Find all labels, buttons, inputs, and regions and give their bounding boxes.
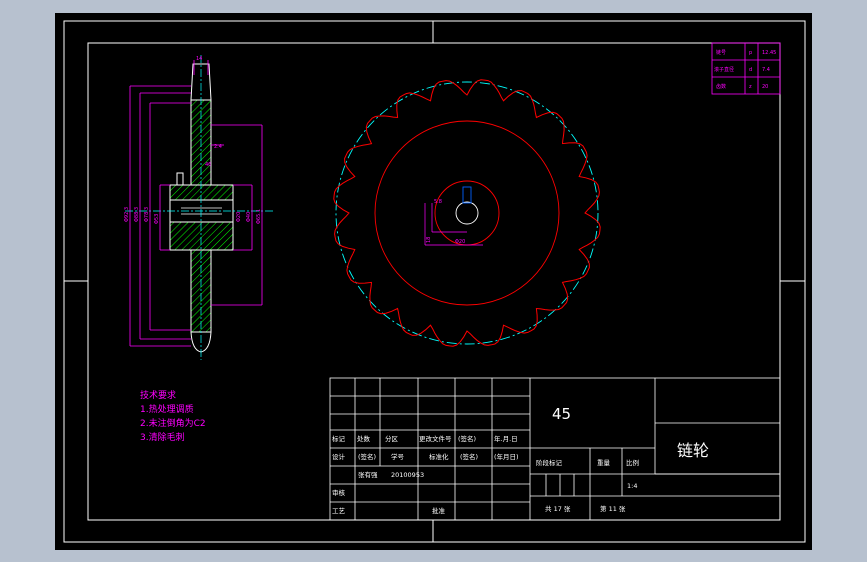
design-cell: (签名) — [358, 452, 376, 461]
scale-text: 1:4 — [627, 482, 637, 490]
student-id: 20100953 — [391, 471, 424, 479]
drawing-sheet[interactable] — [55, 13, 812, 550]
stage-header: 阶段标记 — [536, 458, 563, 467]
header-cell: 分区 — [385, 434, 399, 443]
param-value: 12.45 — [762, 50, 776, 56]
design-cell: (年月日) — [494, 452, 519, 461]
dim-text: 46 — [205, 162, 211, 168]
process-label: 工艺 — [332, 507, 346, 515]
student-name: 张有强 — [358, 470, 378, 479]
dim-text: Φ88.3 — [134, 207, 140, 222]
cad-window: Φ92.3 Φ88.3 Φ78.3 Φ53 2.4 Φ20 Φ40 46 Φ65… — [0, 0, 867, 562]
dim-text: 14 — [196, 56, 202, 62]
tech-req-item: 3.清除毛刺 — [140, 431, 185, 443]
stage-header: 重量 — [597, 459, 611, 467]
param-symbol: d — [749, 67, 752, 73]
param-symbol: z — [749, 84, 752, 90]
header-cell: 年.月.日 — [494, 434, 518, 443]
dim-text: 18 — [426, 237, 432, 243]
dim-text: Φ20 — [236, 212, 242, 222]
header-cell: (签名) — [458, 434, 476, 443]
param-symbol: p — [749, 50, 752, 56]
cad-drawing: Φ92.3 Φ88.3 Φ78.3 Φ53 2.4 Φ20 Φ40 46 Φ65… — [0, 0, 867, 562]
tech-req-title: 技术要求 — [140, 389, 176, 401]
check-label: 审核 — [332, 488, 346, 497]
header-cell: 更改文件号 — [419, 434, 452, 443]
header-cell: 处数 — [357, 434, 371, 443]
approve-label: 批准 — [432, 506, 446, 515]
design-cell: 学号 — [391, 452, 405, 461]
param-name: 链号 — [716, 49, 726, 56]
param-name: 滚子直径 — [714, 66, 734, 73]
dim-text: Φ78.3 — [144, 207, 150, 222]
sheets-total: 共 17 张 — [545, 504, 571, 513]
tech-req-item: 2.未注倒角为C2 — [140, 417, 206, 429]
part-name-text: 链轮 — [677, 441, 709, 460]
sheet-number: 第 11 张 — [600, 504, 626, 513]
material-text: 45 — [552, 405, 571, 423]
stage-header: 比例 — [626, 458, 639, 467]
tech-req-item: 1.热处理调质 — [140, 403, 194, 415]
param-value: 20 — [762, 84, 768, 90]
design-cell: (签名) — [460, 452, 478, 461]
dim-text: 5.8 — [434, 199, 442, 205]
dim-text: Φ40 — [246, 212, 252, 222]
design-cell: 标准化 — [429, 452, 449, 461]
dim-text: Φ53 — [154, 214, 160, 224]
param-name: 齿数 — [716, 83, 726, 90]
dim-text: 2.4 — [214, 144, 222, 150]
header-cell: 标记 — [332, 434, 346, 443]
dim-text: Φ20 — [455, 239, 465, 245]
param-value: 7.4 — [762, 67, 770, 73]
dim-text: Φ92.3 — [124, 207, 130, 222]
design-cell: 设计 — [332, 452, 346, 461]
dim-text: Φ65.1 — [256, 209, 262, 224]
